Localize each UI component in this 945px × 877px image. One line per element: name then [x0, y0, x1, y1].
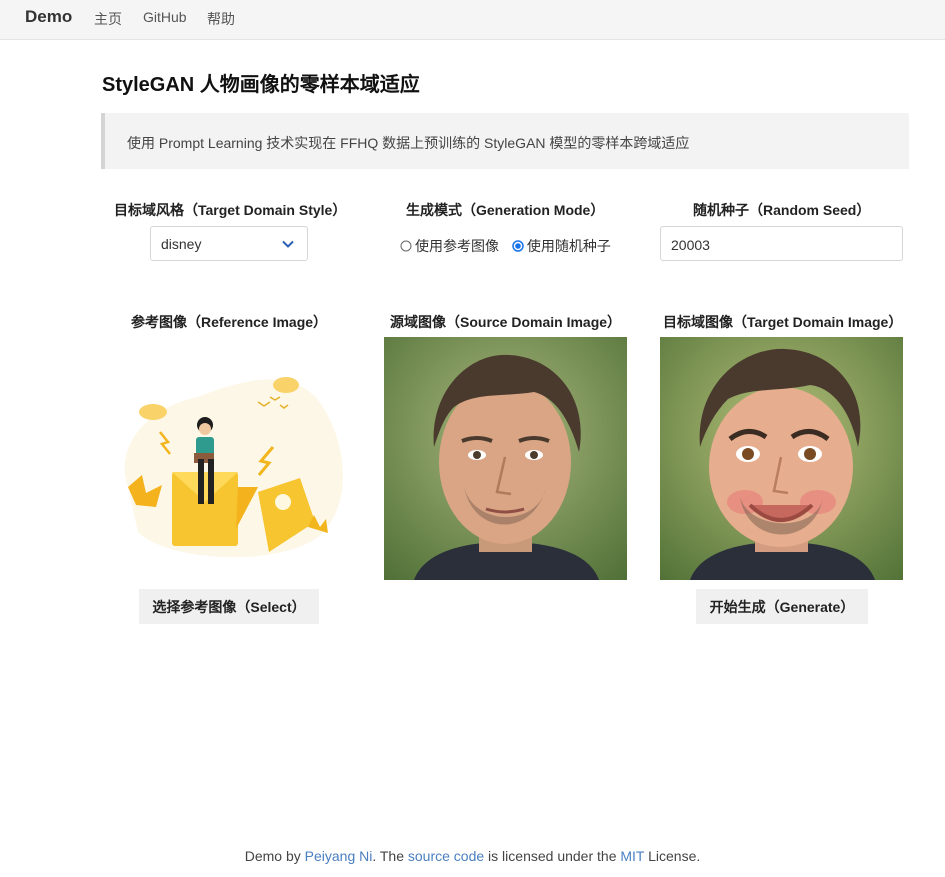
mode-option-seed[interactable]: 使用随机种子 [512, 236, 611, 256]
source-image-label: 源域图像（Source Domain Image） [390, 314, 622, 330]
radio-checked-icon[interactable] [512, 240, 524, 252]
target-image-label: 目标域图像（Target Domain Image） [663, 314, 903, 330]
target-style-value: disney [161, 236, 202, 252]
mode-option-reference[interactable]: 使用参考图像 [400, 236, 499, 256]
chevron-down-icon [282, 240, 294, 248]
nav-help[interactable]: 帮助 [207, 9, 235, 29]
source-domain-image [384, 337, 627, 580]
target-style-label: 目标域风格（Target Domain Style） [114, 202, 347, 218]
source-code-link[interactable]: source code [408, 848, 484, 864]
target-style-select[interactable]: disney [150, 226, 308, 261]
navbar: Demo 主页 GitHub 帮助 [0, 0, 945, 40]
random-seed-value: 20003 [671, 237, 710, 253]
random-seed-input[interactable]: 20003 [660, 226, 903, 261]
generation-mode-label: 生成模式（Generation Mode） [406, 202, 605, 218]
reference-image-label: 参考图像（Reference Image） [131, 314, 328, 330]
page-title: StyleGAN 人物画像的零样本域适应 [102, 74, 420, 96]
source-face-image [384, 337, 627, 580]
footer: Demo by Peiyang Ni. The source code is l… [0, 848, 945, 864]
license-link[interactable]: MIT [620, 848, 644, 864]
author-link[interactable]: Peiyang Ni [305, 848, 373, 864]
random-seed-label: 随机种子（Random Seed） [693, 202, 871, 218]
mode-option-reference-label: 使用参考图像 [415, 238, 499, 254]
empty-state-illustration [124, 377, 343, 558]
mode-option-seed-label: 使用随机种子 [526, 238, 611, 254]
nav-home[interactable]: 主页 [94, 9, 122, 29]
footer-suffix: License. [644, 848, 701, 864]
target-face-image [660, 337, 903, 580]
select-reference-button[interactable]: 选择参考图像（Select） [139, 589, 319, 624]
target-domain-image [660, 337, 903, 580]
description-callout: 使用 Prompt Learning 技术实现在 FFHQ 数据上预训练的 St… [101, 113, 909, 169]
footer-mid2: is licensed under the [484, 848, 621, 864]
generate-button[interactable]: 开始生成（Generate） [696, 589, 868, 624]
generation-mode-radio-group: 使用参考图像 使用随机种子 [400, 236, 620, 256]
footer-prefix: Demo by [244, 848, 305, 864]
footer-mid1: . The [372, 848, 408, 864]
description-text: 使用 Prompt Learning 技术实现在 FFHQ 数据上预训练的 St… [127, 135, 690, 151]
radio-unchecked-icon[interactable] [400, 240, 412, 252]
reference-image-placeholder[interactable] [108, 337, 351, 580]
brand-logo[interactable]: Demo [25, 7, 72, 27]
nav-github[interactable]: GitHub [143, 9, 187, 25]
